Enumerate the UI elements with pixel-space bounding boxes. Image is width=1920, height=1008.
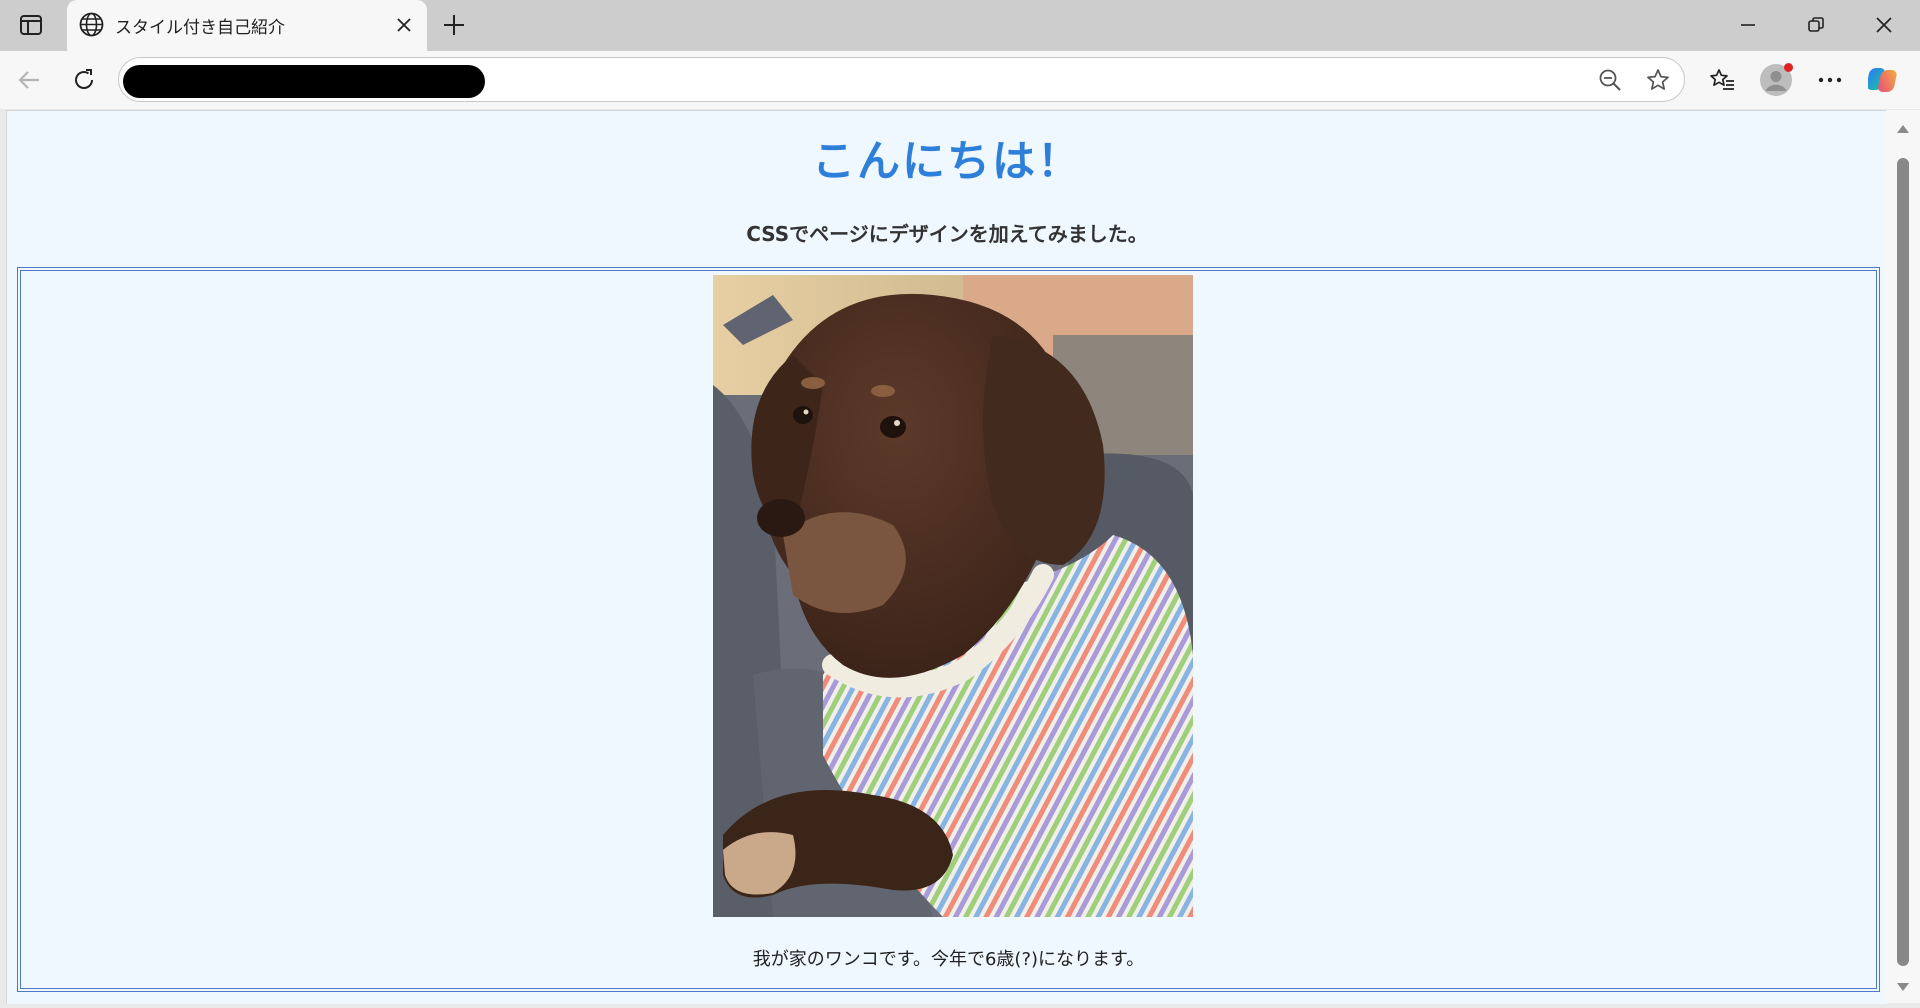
photo-caption: 我が家のワンコです。今年で6歳(?)になります。 bbox=[752, 949, 1145, 970]
url-redacted bbox=[123, 65, 485, 98]
tab-close-icon[interactable] bbox=[393, 14, 415, 36]
refresh-icon[interactable] bbox=[67, 63, 101, 97]
zoom-out-icon[interactable] bbox=[1597, 67, 1623, 93]
copilot-icon[interactable] bbox=[1867, 63, 1901, 97]
new-tab-button[interactable] bbox=[439, 10, 469, 40]
photo-card: 我が家のワンコです。今年で6歳(?)になります。 bbox=[17, 267, 1880, 992]
browser-toolbar bbox=[0, 51, 1920, 109]
scroll-up-arrow-icon[interactable] bbox=[1895, 122, 1911, 136]
page-scrollbar[interactable] bbox=[1886, 110, 1920, 1003]
page-viewport: こんにちは！ CSSでページにデザインを加えてみました。 我が家のワンコです。今… bbox=[6, 110, 1887, 1004]
page-title: こんにちは！ bbox=[812, 137, 1082, 187]
dog-photo bbox=[713, 275, 1193, 917]
restore-icon[interactable] bbox=[1792, 8, 1840, 42]
back-arrow-icon[interactable] bbox=[12, 63, 46, 97]
scrollbar-thumb[interactable] bbox=[1897, 158, 1909, 966]
window-close-icon[interactable] bbox=[1860, 8, 1908, 42]
more-dots-icon[interactable] bbox=[1813, 63, 1847, 97]
tab-title: スタイル付き自己紹介 bbox=[115, 18, 285, 38]
notification-dot bbox=[1784, 63, 1793, 72]
scroll-down-arrow-icon[interactable] bbox=[1895, 980, 1911, 994]
star-icon[interactable] bbox=[1645, 67, 1671, 93]
globe-icon bbox=[78, 11, 105, 38]
active-tab[interactable]: スタイル付き自己紹介 bbox=[67, 0, 427, 51]
tab-strip: スタイル付き自己紹介 bbox=[0, 0, 1920, 51]
profile-avatar-icon[interactable] bbox=[1759, 63, 1793, 97]
minimize-icon[interactable] bbox=[1724, 8, 1772, 42]
page-subtitle: CSSでページにデザインを加えてみました。 bbox=[746, 222, 1148, 246]
favorites-list-icon[interactable] bbox=[1705, 63, 1739, 97]
address-bar[interactable] bbox=[118, 57, 1685, 102]
sidebar-toggle-icon[interactable] bbox=[12, 10, 50, 40]
